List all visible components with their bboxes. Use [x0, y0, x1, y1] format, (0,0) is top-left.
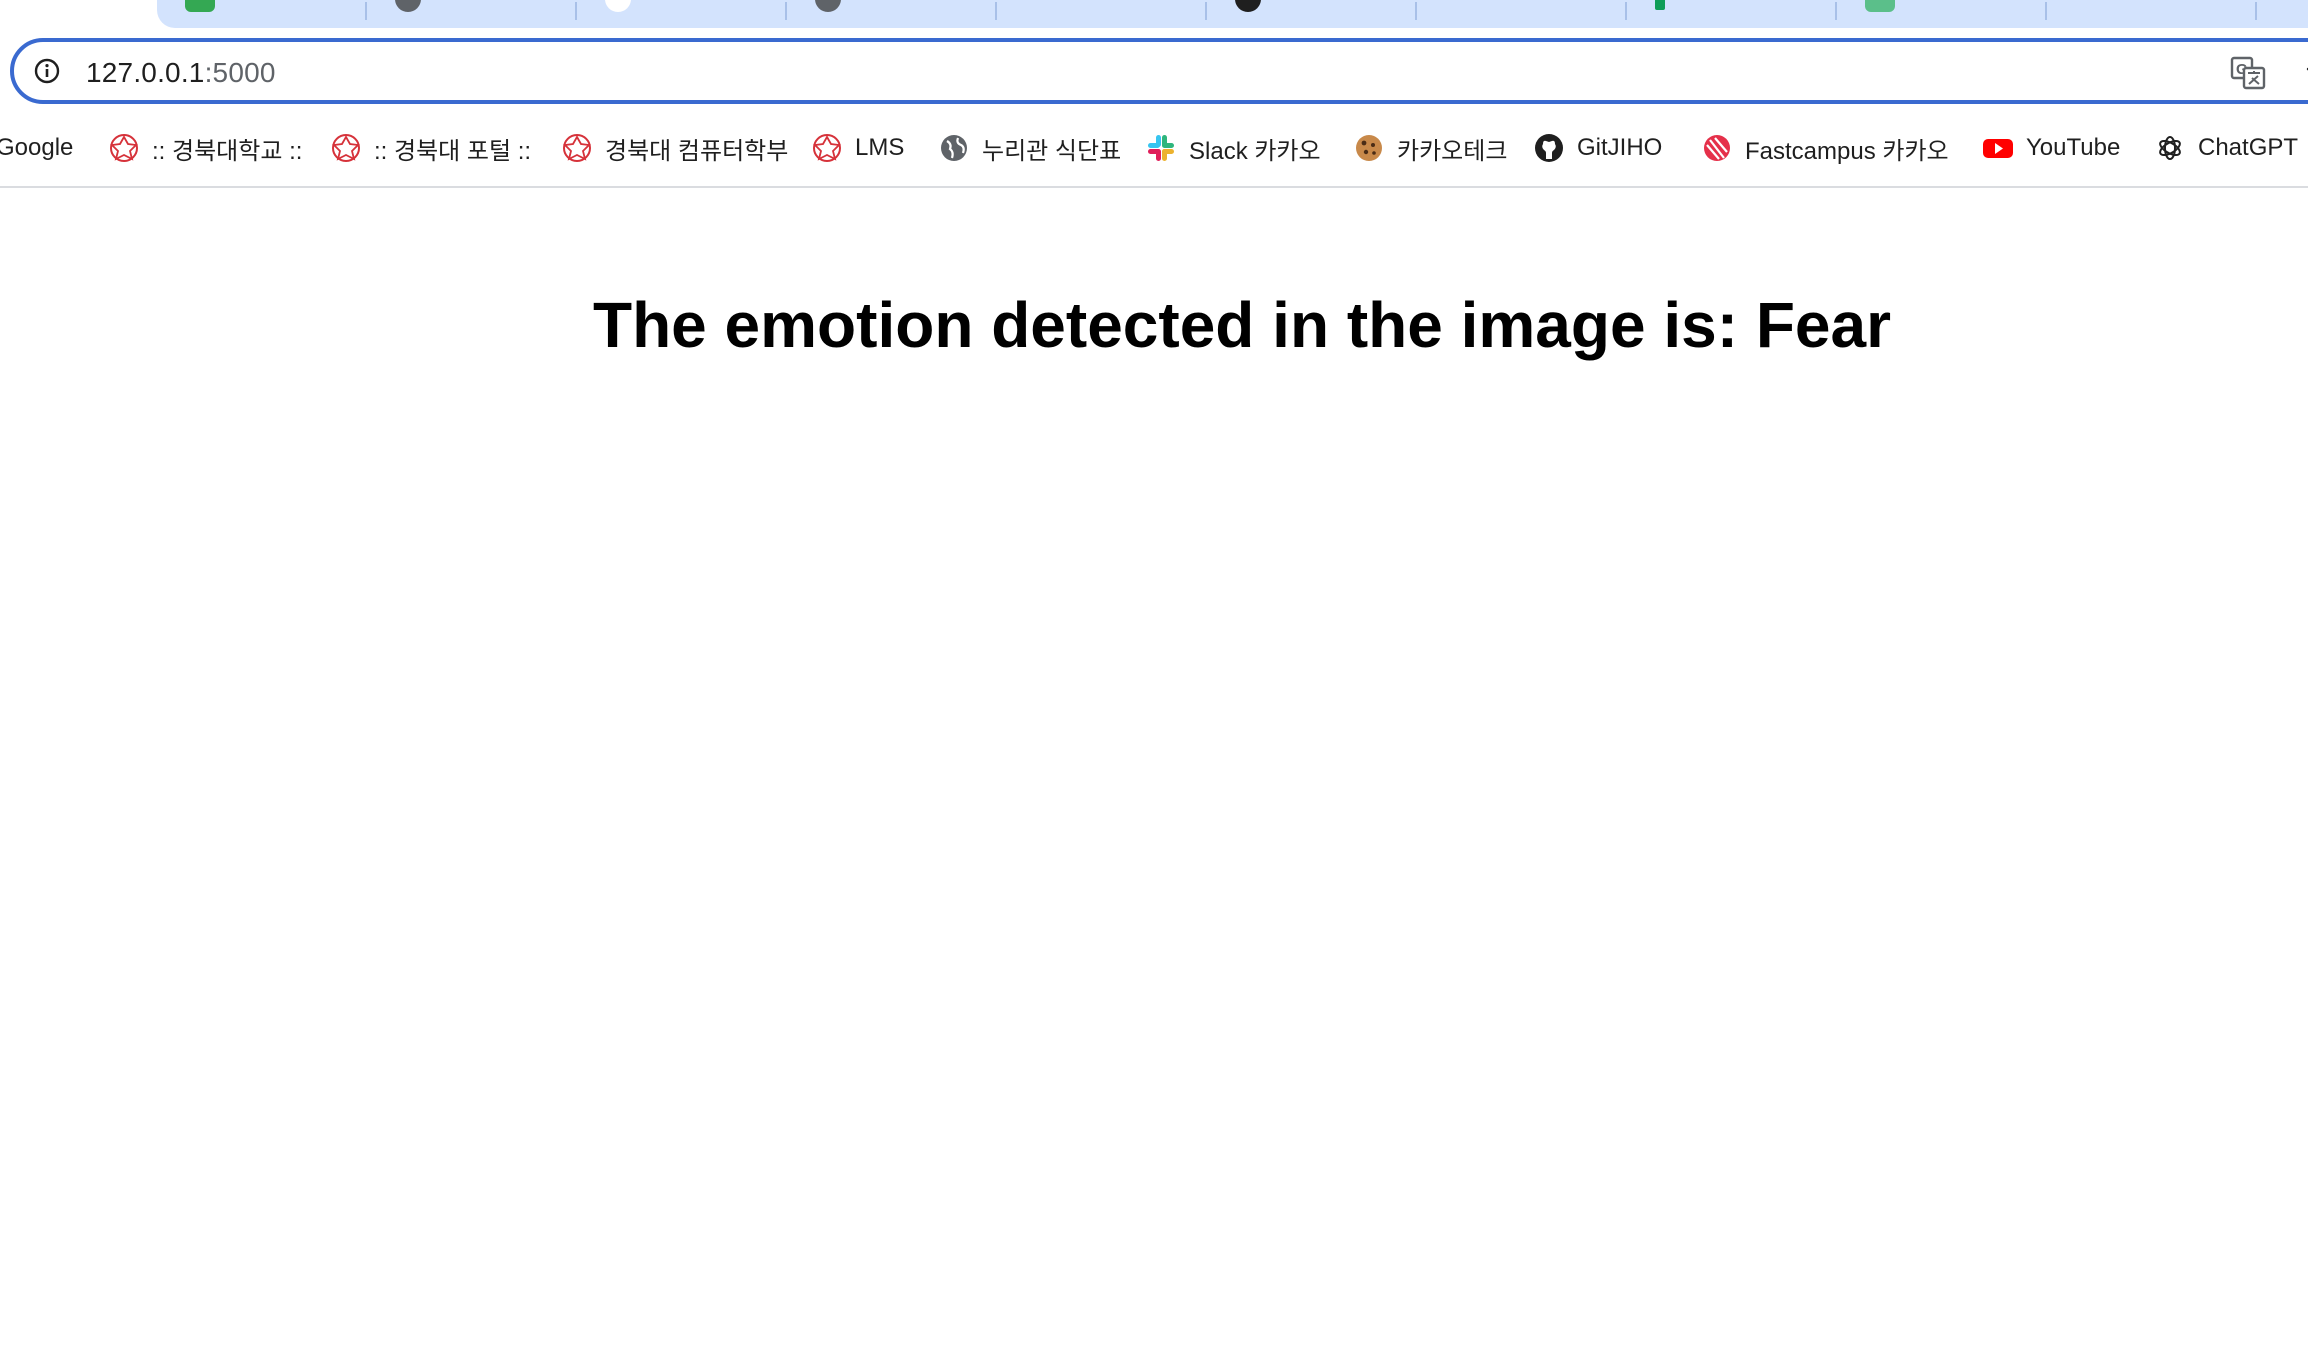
bookmark-label: ChatGPT — [2198, 134, 2299, 161]
browser-tab[interactable] — [577, 0, 787, 28]
globe-favicon-icon — [395, 0, 421, 12]
url-host: 127.0.0.1 — [86, 57, 205, 88]
app-favicon-icon — [1655, 0, 1665, 10]
blank-favicon-icon — [605, 0, 631, 12]
address-bar-url[interactable]: 127.0.0.1:5000 — [86, 57, 276, 89]
sheets-favicon-icon — [1865, 0, 1895, 12]
bookmark-label: Fastcampus 카카오 — [1745, 137, 1949, 165]
browser-tab[interactable] — [787, 0, 997, 28]
address-bar[interactable]: 127.0.0.1:5000 G — [10, 38, 2308, 104]
globe-favicon-icon — [815, 0, 841, 12]
knu-emblem-icon — [110, 134, 138, 162]
browser-tab[interactable] — [367, 0, 577, 28]
bookmark-label: 카카오테크 — [1397, 137, 1508, 165]
globe-icon — [941, 135, 967, 161]
bookmarks-bar: Google :: 경북대학교 :: :: 경북대 포털 :: 경북대 컴퓨터학… — [0, 120, 2308, 176]
youtube-icon — [1983, 139, 2013, 158]
bookmark-chatgpt[interactable]: ChatGPT — [2154, 130, 2298, 166]
bookmark-google[interactable]: Google — [0, 130, 73, 166]
bookmark-label: :: 경북대 포털 :: — [374, 137, 532, 165]
bookmark-fastcampus[interactable]: Fastcampus 카카오 — [1701, 130, 1949, 166]
tab-strip — [0, 0, 2308, 40]
emotion-result-heading: The emotion detected in the image is: Fe… — [592, 289, 1892, 361]
browser-tab[interactable] — [1627, 0, 1837, 28]
page-content: The emotion detected in the image is: Fe… — [0, 188, 2308, 1356]
bookmark-label: Slack 카카오 — [1189, 137, 1321, 165]
github-favicon-icon — [1235, 0, 1261, 12]
bookmark-knu[interactable]: :: 경북대학교 :: — [108, 130, 302, 166]
sheets-favicon-icon — [185, 0, 215, 12]
knu-emblem-icon — [563, 134, 591, 162]
bookmark-label: 경북대 컴퓨터학부 — [605, 137, 789, 165]
browser-tab[interactable] — [1417, 0, 1627, 28]
bookmark-label: :: 경북대학교 :: — [152, 137, 303, 165]
slack-icon — [1148, 135, 1174, 161]
github-icon — [1535, 134, 1563, 162]
bookmark-github[interactable]: GitJIHO — [1533, 130, 1662, 166]
fastcampus-icon — [1704, 135, 1730, 161]
browser-tab[interactable] — [1207, 0, 1417, 28]
url-port: :5000 — [204, 57, 276, 88]
cookie-icon — [1356, 135, 1382, 161]
bookmark-youtube[interactable]: YouTube — [1982, 130, 2120, 166]
bookmark-nuri-menu[interactable]: 누리관 식단표 — [938, 130, 1121, 166]
browser-tab[interactable] — [997, 0, 1207, 28]
bookmark-label: YouTube — [2026, 134, 2121, 161]
knu-emblem-icon — [813, 134, 841, 162]
site-info-icon[interactable] — [34, 58, 60, 84]
browser-tab[interactable] — [2047, 0, 2257, 28]
translate-icon[interactable]: G — [2230, 56, 2266, 90]
bookmark-kakaotech[interactable]: 카카오테크 — [1353, 130, 1507, 166]
bookmark-knu-portal[interactable]: :: 경북대 포털 :: — [330, 130, 531, 166]
browser-tab[interactable] — [157, 0, 367, 28]
bookmark-slack[interactable]: Slack 카카오 — [1145, 130, 1321, 166]
browser-tab[interactable] — [1837, 0, 2047, 28]
bookmark-lms[interactable]: LMS — [811, 130, 904, 166]
bookmark-label: LMS — [855, 134, 905, 161]
knu-emblem-icon — [332, 134, 360, 162]
bookmark-label: 누리관 식단표 — [982, 137, 1122, 165]
bookmark-label: Google — [0, 134, 74, 161]
bookmark-label: GitJIHO — [1577, 134, 1663, 161]
tab-strip-background — [157, 0, 2308, 28]
bookmark-knu-cse[interactable]: 경북대 컴퓨터학부 — [561, 130, 788, 166]
chatgpt-icon — [2159, 136, 2181, 160]
